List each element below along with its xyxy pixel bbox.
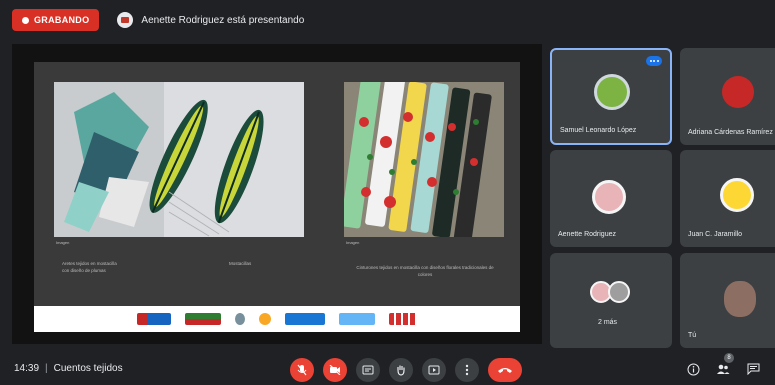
participant-tile[interactable]: Samuel Leonardo López: [550, 48, 672, 145]
shared-slide: Imagen Imagen Aretes tejidos en mostacil…: [34, 62, 520, 332]
avatar: [724, 281, 756, 317]
present-icon: [428, 365, 440, 375]
meeting-info: 14:39 | Cuentos tejidos: [14, 363, 123, 374]
captions-icon: [362, 365, 374, 375]
sponsor-logo-icon: [137, 313, 171, 325]
side-controls: 8: [685, 353, 761, 377]
hand-icon: [397, 365, 405, 376]
more-vert-icon: [465, 364, 469, 376]
participant-name: Samuel Leonardo López: [560, 127, 637, 134]
participant-count-badge: 8: [724, 353, 734, 363]
participant-name: 2 más: [598, 319, 618, 326]
presentation-stage[interactable]: Imagen Imagen Aretes tejidos en mostacil…: [12, 44, 542, 344]
sponsor-logo-icon: [185, 313, 221, 325]
avatar: [592, 180, 626, 214]
participant-tile[interactable]: Tú: [680, 253, 775, 348]
participant-tile[interactable]: Juan C. Jaramillo: [680, 150, 775, 247]
top-bar: GRABANDO Aenette Rodriguez está presenta…: [0, 0, 775, 40]
mic-toggle-button[interactable]: [290, 358, 314, 382]
present-screen-icon: [117, 12, 134, 28]
right-photo-caption: Imagen: [346, 240, 360, 245]
camera-off-icon: [329, 365, 341, 375]
coat-of-arms-icon: [259, 313, 271, 325]
presenter-text: Aenette Rodriguez está presentando: [141, 14, 305, 26]
meeting-details-button[interactable]: [685, 361, 701, 377]
sponsor-logo-icon: [285, 313, 325, 325]
participant-name: Adriana Cárdenas Ramírez: [688, 129, 773, 136]
avatar: [594, 74, 630, 110]
recording-badge[interactable]: GRABANDO: [12, 9, 100, 31]
participant-name: Juan C. Jaramillo: [688, 231, 743, 238]
info-icon: [687, 363, 699, 375]
left-photo-caption: Imagen: [56, 240, 70, 245]
meet-window: GRABANDO Aenette Rodriguez está presenta…: [0, 0, 775, 385]
recording-label: GRABANDO: [34, 15, 90, 25]
sponsor-logo-icon: [339, 313, 375, 325]
control-bar: 14:39 | Cuentos tejidos 8: [0, 353, 775, 385]
slide-text-right: Cinturones tejidos en mostacilla con dis…: [356, 265, 494, 277]
belts-photo: [344, 82, 504, 237]
mic-off-icon: [297, 364, 307, 376]
avatar: [720, 178, 754, 212]
captions-button[interactable]: [356, 358, 380, 382]
camera-toggle-button[interactable]: [323, 358, 347, 382]
slide-text-left: Aretes tejidos en mostacilla con diseño …: [62, 261, 117, 273]
sponsor-logo-bar: [34, 306, 520, 332]
participant-name: Tú: [688, 332, 697, 339]
avatar: [608, 281, 630, 303]
sponsor-logo-icon: [235, 313, 245, 325]
slide-text-middle: Mostacillas: [229, 261, 252, 266]
divider: |: [45, 363, 48, 374]
earrings-photo: [54, 82, 304, 237]
leave-call-button[interactable]: [488, 358, 522, 382]
participants-button[interactable]: 8: [715, 353, 734, 377]
hang-up-icon: [498, 368, 512, 373]
sponsor-logo-icon: [389, 313, 417, 325]
more-options-button[interactable]: [455, 358, 479, 382]
participant-tile[interactable]: Aenette Rodriguez: [550, 150, 672, 247]
presenter-indicator: Aenette Rodriguez está presentando: [117, 12, 304, 28]
participant-tile[interactable]: 2 más: [550, 253, 672, 348]
meeting-time: 14:39: [14, 363, 40, 374]
call-controls: [290, 358, 522, 382]
people-icon: [717, 364, 730, 374]
more-options-icon[interactable]: [646, 56, 662, 66]
avatar: [722, 76, 754, 108]
participant-name: Aenette Rodriguez: [558, 231, 616, 238]
participant-tile[interactable]: Adriana Cárdenas Ramírez: [680, 48, 775, 145]
chat-button[interactable]: [745, 361, 761, 377]
raise-hand-button[interactable]: [389, 358, 413, 382]
chat-icon: [747, 363, 759, 375]
meeting-name: Cuentos tejidos: [53, 363, 123, 374]
record-dot-icon: [22, 16, 29, 24]
present-button[interactable]: [422, 358, 446, 382]
